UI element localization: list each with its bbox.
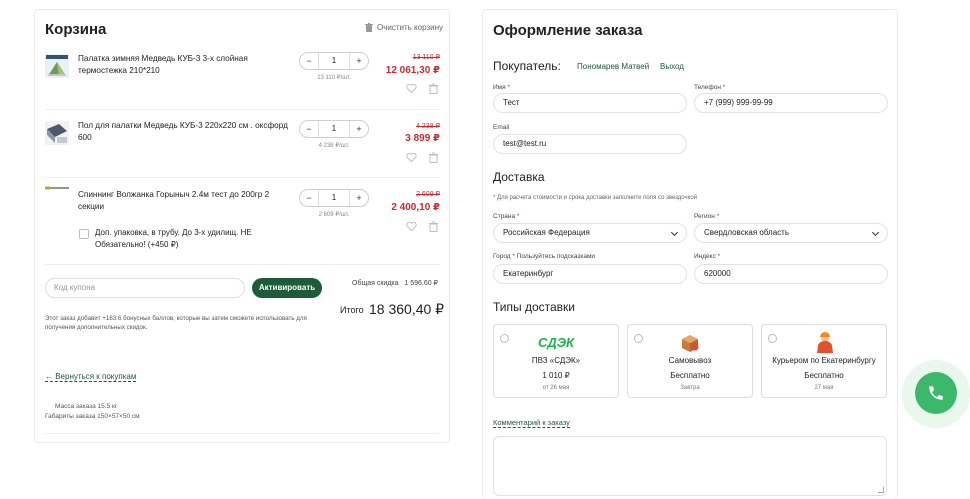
delivery-option-name: ПВЗ «СДЭК» bbox=[531, 356, 581, 365]
coupon-input[interactable]: Код купона bbox=[45, 278, 245, 298]
email-input[interactable]: test@test.ru bbox=[493, 134, 687, 154]
delivery-note: * Для расчета стоимости и срока доставки… bbox=[493, 195, 698, 201]
divider bbox=[45, 433, 439, 434]
tent-thumbnail bbox=[45, 54, 69, 78]
delivery-option-price: Бесплатно bbox=[804, 371, 844, 380]
unit-price: 2 609 ₽/шт. bbox=[318, 212, 350, 218]
old-price: 13 110 ₽ bbox=[412, 54, 440, 61]
quantity-stepper: − 1 + bbox=[299, 120, 369, 138]
quantity-input[interactable]: 1 bbox=[318, 121, 350, 137]
delivery-option-name: Самовывоз bbox=[668, 356, 712, 365]
clear-cart-label: Очистить корзину bbox=[377, 23, 443, 32]
cart-item: Спиннинг Волжанка Горыныч 2.4м тест до 2… bbox=[45, 179, 440, 265]
trash-icon[interactable] bbox=[428, 221, 439, 232]
cart-item: Палатка зимняя Медведь КУБ-3 3-х слойная… bbox=[45, 48, 440, 110]
country-label: Страна * bbox=[493, 213, 520, 220]
phone-label: Телефон * bbox=[694, 84, 726, 91]
cart-item-name: Пол для палатки Медведь КУБ-3 220х220 см… bbox=[78, 121, 288, 142]
item-price: 12 061,30 ₽ bbox=[385, 65, 440, 76]
heart-icon[interactable] bbox=[406, 83, 417, 94]
trash-icon[interactable] bbox=[428, 152, 439, 163]
order-comment-textarea[interactable] bbox=[493, 436, 887, 496]
delivery-option-pickup[interactable]: Самовывоз Бесплатно Завтра bbox=[627, 324, 753, 398]
increase-qty-button[interactable]: + bbox=[350, 193, 368, 203]
bonus-info: Этот заказ добавит +183.6 бонусных балло… bbox=[45, 315, 307, 331]
delivery-option-price: Бесплатно bbox=[670, 371, 710, 380]
rod-thumbnail bbox=[45, 186, 69, 190]
old-price: 2 609 ₽ bbox=[416, 191, 440, 198]
checkout-title: Оформление заказа bbox=[493, 22, 643, 39]
delivery-option-date: 27 мая bbox=[814, 385, 834, 391]
old-price: 4 238 ₽ bbox=[416, 123, 440, 130]
country-select[interactable]: Российская Федерация bbox=[493, 223, 687, 243]
trash-icon[interactable] bbox=[428, 83, 439, 94]
name-label: Имя * bbox=[493, 84, 511, 91]
order-weight: Масса заказа 15.5 кг bbox=[55, 403, 118, 410]
decrease-qty-button[interactable]: − bbox=[300, 56, 318, 66]
addon-checkbox[interactable] bbox=[79, 229, 89, 239]
zip-input[interactable]: 620000 bbox=[694, 264, 888, 284]
delivery-types-title: Типы доставки bbox=[493, 300, 576, 314]
phone-input[interactable]: +7 (999) 999-99-99 bbox=[694, 93, 888, 113]
decrease-qty-button[interactable]: − bbox=[300, 124, 318, 134]
region-label: Регион * bbox=[694, 213, 720, 220]
call-button[interactable] bbox=[915, 372, 957, 414]
activate-coupon-button[interactable]: Активировать bbox=[252, 278, 322, 298]
cart-title: Корзина bbox=[45, 21, 107, 38]
addon-label: Доп. упаковка, в трубу. До 3-х удилищ. Н… bbox=[95, 228, 252, 249]
quantity-input[interactable]: 1 bbox=[318, 53, 350, 69]
zip-label: Индекс * bbox=[694, 253, 721, 260]
courier-icon bbox=[817, 332, 833, 353]
order-dimensions: Габариты заказа 150×57×50 см bbox=[45, 413, 140, 420]
discount-row: Общая скидка 1 596.60 ₽ bbox=[352, 279, 438, 287]
item-price: 3 899 ₽ bbox=[405, 133, 440, 144]
trash-icon bbox=[365, 23, 373, 32]
unit-price: 13 110 ₽/шт. bbox=[317, 75, 351, 81]
delivery-title: Доставка bbox=[493, 170, 545, 184]
cart-panel: Корзина Очистить корзину Палатка зимняя … bbox=[34, 9, 450, 443]
quantity-input[interactable]: 1 bbox=[318, 190, 350, 206]
tent-floor-thumbnail bbox=[45, 121, 69, 145]
name-input[interactable]: Тест bbox=[493, 93, 687, 113]
heart-icon[interactable] bbox=[406, 221, 417, 232]
total-value: 18 360,40 ₽ bbox=[369, 301, 445, 317]
delivery-radio[interactable] bbox=[768, 334, 777, 343]
city-label: Город * Пользуйтесь подсказками bbox=[493, 253, 596, 260]
order-comment-link[interactable]: Комментарий к заказу bbox=[493, 418, 570, 428]
region-select[interactable]: Свердловская область bbox=[694, 223, 888, 243]
cart-item: Пол для палатки Медведь КУБ-3 220х220 см… bbox=[45, 111, 440, 178]
cart-item-name: Палатка зимняя Медведь КУБ-3 3-х слойная… bbox=[78, 54, 248, 75]
discount-label: Общая скидка bbox=[352, 280, 399, 287]
city-input[interactable]: Екатеринбург bbox=[493, 264, 687, 284]
back-to-shopping-link[interactable]: ← Вернуться к покупкам bbox=[45, 372, 137, 382]
cart-item-name: Спиннинг Волжанка Горыныч 2.4м тест до 2… bbox=[78, 190, 270, 211]
cdek-logo: СДЭК bbox=[537, 335, 575, 350]
increase-qty-button[interactable]: + bbox=[350, 124, 368, 134]
delivery-option-courier[interactable]: Курьером по Екатеринбургу Бесплатно 27 м… bbox=[761, 324, 887, 398]
phone-icon bbox=[929, 386, 943, 400]
checkout-panel: Оформление заказа Покупатель: Пономарев … bbox=[482, 9, 898, 499]
quantity-stepper: − 1 + bbox=[299, 189, 369, 207]
email-label: Email bbox=[493, 124, 510, 131]
unit-price: 4 238 ₽/шт. bbox=[318, 143, 350, 149]
buyer-label: Покупатель: bbox=[493, 59, 561, 73]
delivery-radio[interactable] bbox=[634, 334, 643, 343]
delivery-option-name: Курьером по Екатеринбургу bbox=[772, 356, 876, 365]
clear-cart-button[interactable]: Очистить корзину bbox=[365, 23, 443, 32]
buyer-name[interactable]: Пономарев Матвей bbox=[577, 62, 649, 71]
logout-link[interactable]: Выход bbox=[660, 62, 684, 71]
parcel-box-icon bbox=[682, 335, 699, 352]
delivery-option-cdek[interactable]: СДЭК ПВЗ «СДЭК» 1 010 ₽ от 26 мая bbox=[493, 324, 619, 398]
delivery-option-date: от 26 мая bbox=[542, 385, 570, 391]
quantity-stepper: − 1 + bbox=[299, 52, 369, 70]
decrease-qty-button[interactable]: − bbox=[300, 193, 318, 203]
delivery-option-price: 1 010 ₽ bbox=[542, 371, 570, 380]
total-label: Итого bbox=[340, 305, 364, 315]
discount-value: 1 596.60 ₽ bbox=[404, 280, 439, 287]
increase-qty-button[interactable]: + bbox=[350, 56, 368, 66]
heart-icon[interactable] bbox=[406, 152, 417, 163]
delivery-option-date: Завтра bbox=[680, 385, 700, 391]
item-price: 2 400,10 ₽ bbox=[391, 202, 440, 213]
